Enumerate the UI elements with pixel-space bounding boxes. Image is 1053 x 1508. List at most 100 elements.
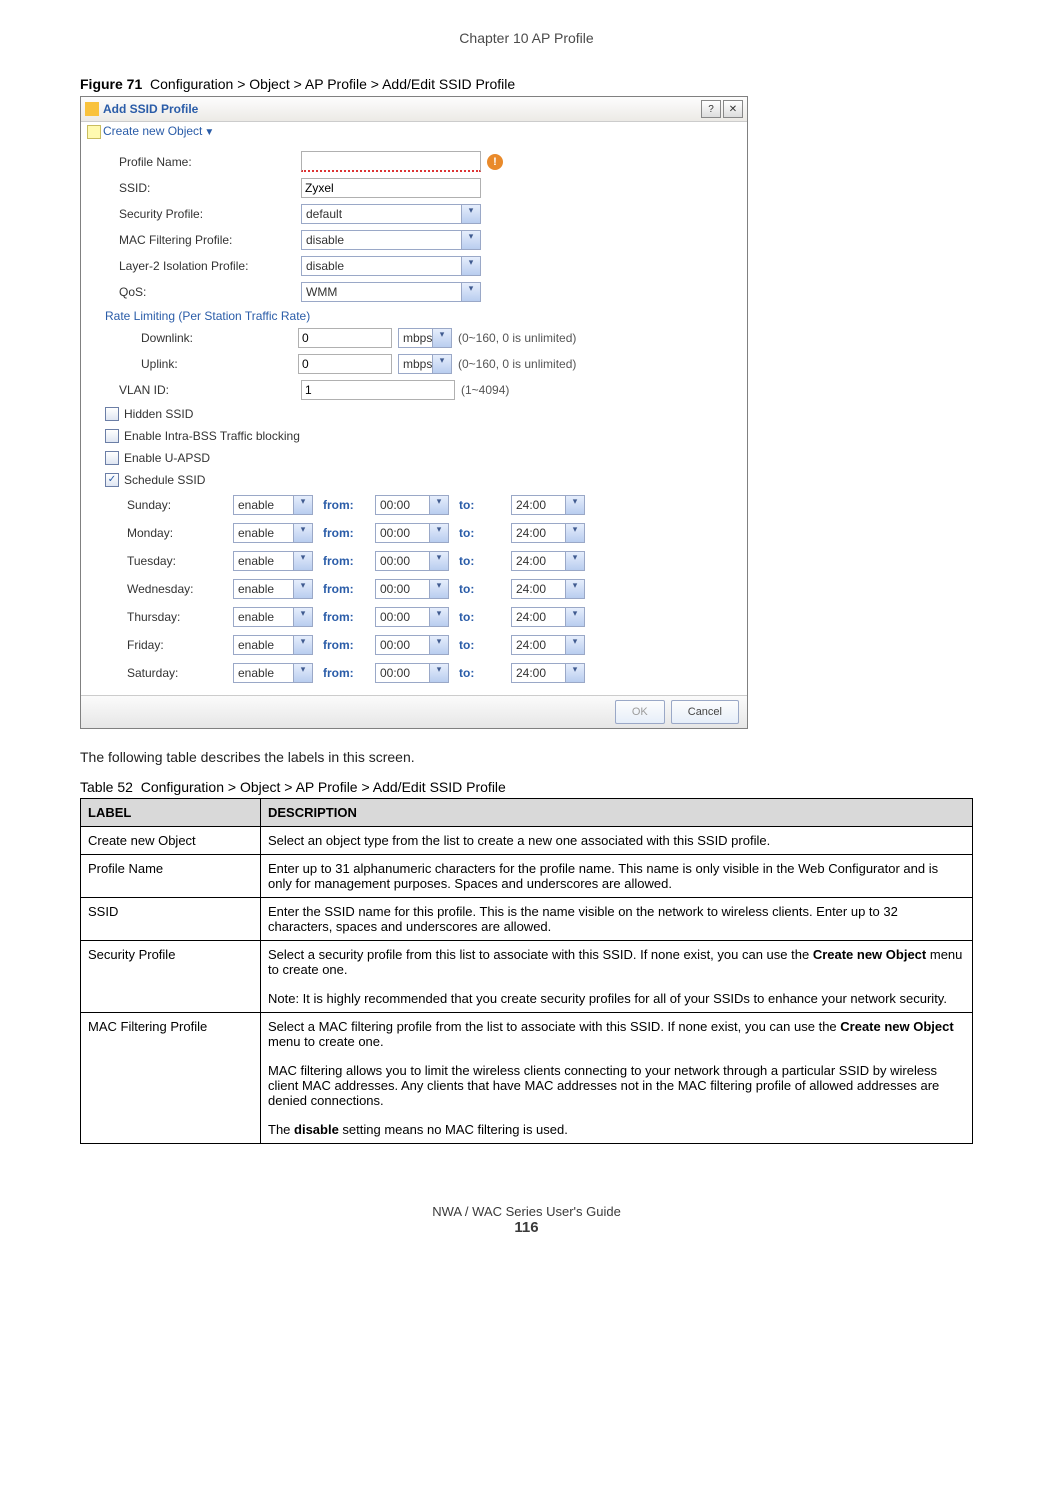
schedule-from-select[interactable]: 00:00▾ <box>375 579 449 599</box>
schedule-ssid-label: Schedule SSID <box>124 473 205 487</box>
schedule-enable-select[interactable]: enable▾ <box>233 663 313 683</box>
schedule-row: Saturday:enable▾ from:00:00▾ to:24:00▾ <box>127 659 737 687</box>
table-row: Profile Name Enter up to 31 alphanumeric… <box>81 854 973 897</box>
schedule-row: Thursday:enable▾from:00:00▾to:24:00▾ <box>127 603 737 631</box>
table-cell-label: MAC Filtering Profile <box>81 1012 261 1143</box>
labels-table: LABEL DESCRIPTION Create new Object Sele… <box>80 798 973 1144</box>
chevron-down-icon: ▾ <box>429 664 448 682</box>
chevron-down-icon: ▾ <box>565 636 584 654</box>
schedule-enable-select[interactable]: enable▾ <box>233 635 313 655</box>
table-row: MAC Filtering Profile Select a MAC filte… <box>81 1012 973 1143</box>
schedule-from-label: from: <box>323 526 375 540</box>
schedule-row: Tuesday:enable▾from:00:00▾to:24:00▾ <box>127 547 737 575</box>
uapsd-checkbox[interactable] <box>105 451 119 465</box>
cancel-button[interactable]: Cancel <box>671 700 739 724</box>
schedule-to-label: to: <box>459 554 511 568</box>
chapter-header: Chapter 10 AP Profile <box>80 30 973 46</box>
schedule-enable-select[interactable]: enable▾ <box>233 607 313 627</box>
schedule-from-select[interactable]: 00:00▾ <box>375 523 449 543</box>
ok-button[interactable]: OK <box>615 700 665 724</box>
mac-filtering-select[interactable]: disable▾ <box>301 230 481 250</box>
hidden-ssid-checkbox[interactable] <box>105 407 119 421</box>
table-cell-desc: Select a MAC filtering profile from the … <box>261 1012 973 1143</box>
schedule-to-select[interactable]: 24:00▾ <box>511 663 585 683</box>
schedule-from-select[interactable]: 00:00▾ <box>375 495 449 515</box>
schedule-enable-select[interactable]: enable▾ <box>233 551 313 571</box>
schedule-row: Friday:enable▾from:00:00▾to:24:00▾ <box>127 631 737 659</box>
schedule-from-select[interactable]: 00:00▾ <box>375 663 449 683</box>
schedule-from-select[interactable]: 00:00▾ <box>375 551 449 571</box>
chevron-down-icon: ▾ <box>565 524 584 542</box>
schedule-to-select[interactable]: 24:00▾ <box>511 495 585 515</box>
downlink-label: Downlink: <box>119 331 298 345</box>
chevron-down-icon: ▾ <box>429 580 448 598</box>
chevron-down-icon: ▾ <box>461 205 480 223</box>
close-icon[interactable]: ✕ <box>723 100 743 118</box>
uplink-unit-select[interactable]: mbps▾ <box>398 354 452 374</box>
create-new-object-menu[interactable]: Create new Object▼ <box>81 122 747 141</box>
chevron-down-icon: ▾ <box>293 496 312 514</box>
uplink-input[interactable] <box>298 354 392 374</box>
l2-isolation-select[interactable]: disable▾ <box>301 256 481 276</box>
table-header-label: LABEL <box>81 798 261 826</box>
schedule-to-label: to: <box>459 610 511 624</box>
schedule-day-label: Monday: <box>127 526 233 540</box>
table-cell-desc: Select an object type from the list to c… <box>261 826 973 854</box>
downlink-input[interactable] <box>298 328 392 348</box>
chevron-down-icon: ▾ <box>293 524 312 542</box>
qos-label: QoS: <box>119 285 301 299</box>
table-row: SSID Enter the SSID name for this profil… <box>81 897 973 940</box>
schedule-day-label: Tuesday: <box>127 554 233 568</box>
table-caption-label: Table 52 <box>80 779 133 795</box>
table-row: Security Profile Select a security profi… <box>81 940 973 1012</box>
security-note: Note: It is highly recommended that you … <box>268 991 965 1006</box>
intro-text: The following table describes the labels… <box>80 749 973 765</box>
qos-select[interactable]: WMM▾ <box>301 282 481 302</box>
security-profile-select[interactable]: default▾ <box>301 204 481 224</box>
object-icon <box>87 125 101 139</box>
vlan-id-input[interactable] <box>301 380 455 400</box>
uapsd-label: Enable U-APSD <box>124 451 210 465</box>
schedule-to-select[interactable]: 24:00▾ <box>511 579 585 599</box>
schedule-enable-select[interactable]: enable▾ <box>233 523 313 543</box>
schedule-to-select[interactable]: 24:00▾ <box>511 523 585 543</box>
figure-label: Figure 71 <box>80 76 142 92</box>
schedule-to-select[interactable]: 24:00▾ <box>511 551 585 571</box>
schedule-from-label: from: <box>323 610 375 624</box>
schedule-to-label: to: <box>459 526 511 540</box>
schedule-enable-select[interactable]: enable▾ <box>233 495 313 515</box>
help-icon[interactable]: ? <box>701 100 721 118</box>
add-ssid-dialog: Add SSID Profile ? ✕ Create new Object▼ … <box>80 96 748 729</box>
intra-bss-checkbox[interactable] <box>105 429 119 443</box>
chevron-down-icon: ▾ <box>565 580 584 598</box>
ssid-input[interactable] <box>301 178 481 198</box>
schedule-to-select[interactable]: 24:00▾ <box>511 607 585 627</box>
chevron-down-icon: ▾ <box>432 329 451 347</box>
chevron-down-icon: ▾ <box>429 524 448 542</box>
rate-limiting-title: Rate Limiting (Per Station Traffic Rate) <box>105 309 737 323</box>
uplink-label: Uplink: <box>119 357 298 371</box>
dialog-button-bar: OK Cancel <box>81 695 747 728</box>
schedule-to-select[interactable]: 24:00▾ <box>511 635 585 655</box>
schedule-from-label: from: <box>323 638 375 652</box>
security-profile-label: Security Profile: <box>119 207 301 221</box>
profile-name-input[interactable] <box>301 151 481 172</box>
schedule-ssid-checkbox[interactable]: ✓ <box>105 473 119 487</box>
chevron-down-icon: ▾ <box>429 636 448 654</box>
schedule-from-select[interactable]: 00:00▾ <box>375 635 449 655</box>
table-cell-desc: Select a security profile from this list… <box>261 940 973 1012</box>
schedule-from-label: from: <box>323 666 375 680</box>
mac-filtering-label: MAC Filtering Profile: <box>119 233 301 247</box>
schedule-to-label: to: <box>459 666 511 680</box>
table-cell-desc: Enter the SSID name for this profile. Th… <box>261 897 973 940</box>
table-cell-label: Create new Object <box>81 826 261 854</box>
schedule-day-label: Saturday: <box>127 666 233 680</box>
schedule-row: Wednesday:enable▾from:00:00▾to:24:00▾ <box>127 575 737 603</box>
schedule-enable-select[interactable]: enable▾ <box>233 579 313 599</box>
downlink-unit-select[interactable]: mbps▾ <box>398 328 452 348</box>
chevron-down-icon: ▾ <box>565 496 584 514</box>
table-header-description: DESCRIPTION <box>261 798 973 826</box>
schedule-to-label: to: <box>459 638 511 652</box>
schedule-from-select[interactable]: 00:00▾ <box>375 607 449 627</box>
chevron-down-icon: ▾ <box>293 636 312 654</box>
